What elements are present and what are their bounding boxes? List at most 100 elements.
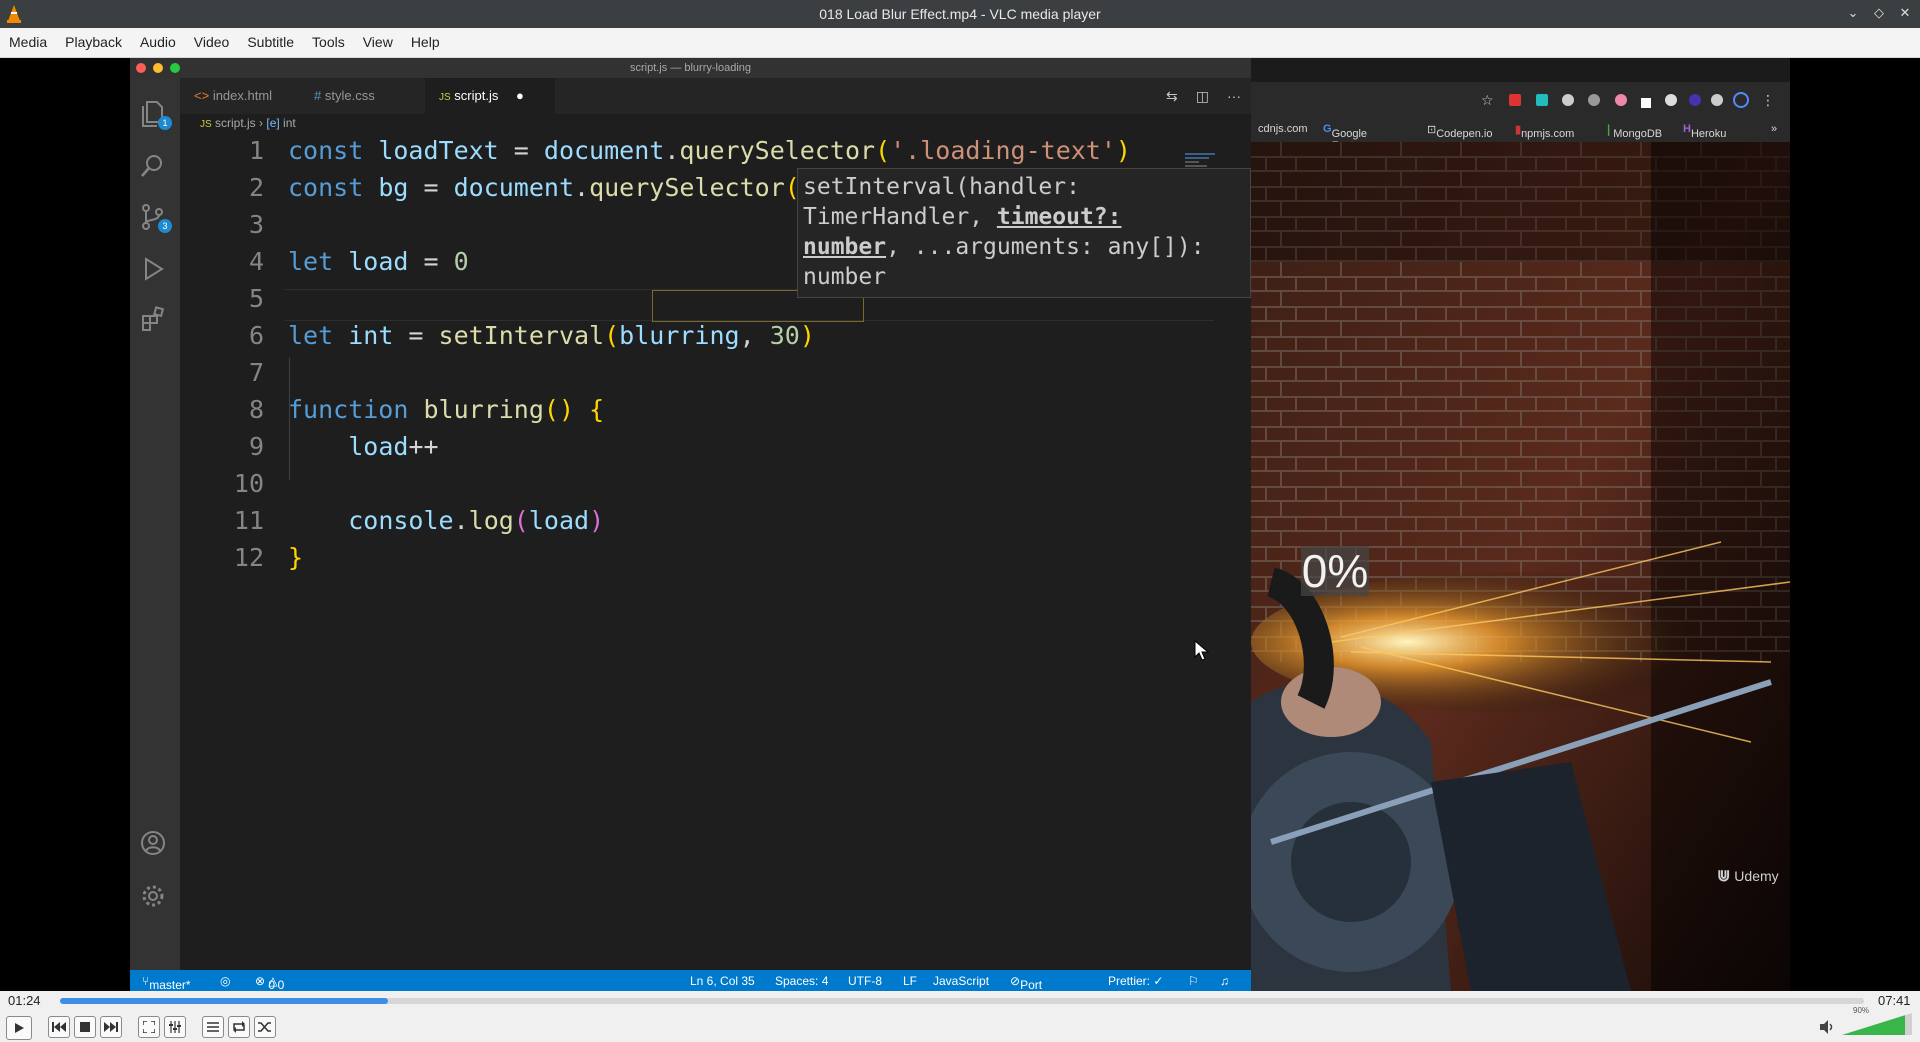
seek-bar[interactable]: [60, 998, 1864, 1004]
more-bookmarks-icon[interactable]: »: [1771, 123, 1777, 135]
js-file-icon: JS: [200, 119, 212, 130]
line-number: 9: [248, 432, 264, 461]
html-file-icon: <>: [194, 88, 210, 103]
fullscreen-button[interactable]: [138, 1016, 160, 1038]
tab-label: style.css: [324, 88, 375, 103]
window-titlebar: 018 Load Blur Effect.mp4 - VLC media pla…: [0, 0, 1920, 28]
extensions-icon: [140, 306, 170, 336]
bookmark-item[interactable]: ❘ MongoDB: [1604, 123, 1662, 140]
playlist-button[interactable]: [202, 1016, 224, 1038]
next-button[interactable]: [100, 1016, 122, 1038]
problems-indicator: ⊗ 0 △ 0: [255, 974, 285, 991]
total-time: 07:41: [1878, 993, 1911, 1008]
mac-minimize-dot: [153, 63, 163, 73]
bookmark-item[interactable]: cdnjs.com: [1258, 123, 1308, 135]
browser-toolbar: ☆ ⋮: [1251, 82, 1790, 118]
menu-media[interactable]: Media: [0, 28, 56, 57]
code-line-11: console.log(load): [348, 506, 605, 535]
extended-settings-button[interactable]: [164, 1016, 186, 1038]
accounts-icon: [140, 830, 170, 860]
menu-playback[interactable]: Playback: [56, 28, 131, 57]
menu-view[interactable]: View: [354, 28, 402, 57]
sync-icon: ◎: [220, 974, 231, 988]
explorer-icon: 1: [140, 100, 172, 130]
branch-indicator: ⑂ master*: [142, 974, 191, 991]
bookmarks-bar: cdnjs.com G Google Fonts ⊡ Codepen.io ▮ …: [1251, 118, 1790, 152]
menu-video[interactable]: Video: [185, 28, 239, 57]
menu-bar: Media Playback Audio Video Subtitle Tool…: [0, 28, 1920, 58]
parameter-hint-tooltip: setInterval(handler: TimerHandler, timeo…: [797, 168, 1251, 298]
error-count: 0: [268, 978, 276, 991]
browser-extension-icons: ☆ ⋮: [1481, 92, 1771, 109]
bookmark-item[interactable]: ▮ npmjs.com: [1515, 123, 1574, 140]
tab-index-html: <> index.html: [180, 78, 286, 114]
watermark-text: Udemy: [1734, 868, 1779, 884]
previous-button[interactable]: [48, 1016, 70, 1038]
stop-button[interactable]: [74, 1016, 96, 1038]
code-line-12: }: [288, 543, 304, 572]
tooltip-active-param: timeout?:: [996, 204, 1122, 230]
compare-changes-icon: ⇆: [1166, 88, 1178, 104]
source-control-icon: 3: [140, 203, 172, 233]
shuffle-button[interactable]: [254, 1016, 276, 1038]
editor-status-bar: ⑂ master* ◎ ⊗ 0 △ 0 Ln 6, Col 35 Spaces:…: [130, 970, 1251, 991]
editor-tabs: <> index.html # style.css JS script.js ●…: [180, 78, 1251, 114]
css-file-icon: #: [314, 88, 322, 103]
code-line-1: const loadText = document.querySelector(…: [288, 136, 1131, 165]
window-title: 018 Load Blur Effect.mp4 - VLC media pla…: [819, 6, 1101, 22]
bookmark-label: MongoDB: [1613, 128, 1663, 140]
tooltip-active-param-type: number: [803, 234, 887, 260]
menu-help[interactable]: Help: [402, 28, 449, 57]
tab-label: index.html: [212, 88, 273, 103]
speaker-icon[interactable]: [1818, 1018, 1836, 1036]
breadcrumb: JS script.js › [e] int: [200, 116, 296, 130]
maximize-button[interactable]: ◇: [1870, 3, 1888, 23]
line-number: 12: [233, 543, 264, 572]
svg-text:☆: ☆: [1481, 93, 1494, 109]
warning-count: 0: [277, 978, 285, 991]
code-line-8: function blurring() {: [288, 395, 605, 424]
line-number: 2: [248, 173, 264, 202]
search-icon: [140, 153, 170, 183]
editor-window-title: script.js — blurry-loading: [629, 62, 752, 74]
run-debug-icon: [140, 256, 170, 286]
line-number: 4: [248, 247, 264, 276]
udemy-watermark: ⋓ Udemy: [1717, 868, 1779, 885]
tooltip-text: , ...arguments: any[]):: [886, 234, 1205, 260]
unsaved-dot-icon: ●: [515, 88, 524, 103]
browser-tabstrip: [1251, 58, 1790, 82]
activity-bar: 1 3: [130, 78, 180, 970]
menu-audio[interactable]: Audio: [131, 28, 185, 57]
mac-close-dot: [136, 63, 146, 73]
bookmark-item[interactable]: H Heroku: [1683, 123, 1726, 140]
line-number: 8: [248, 395, 264, 424]
bookmark-label: Heroku: [1690, 128, 1727, 140]
line-number: 7: [248, 358, 264, 387]
breadcrumb-file: script.js: [215, 116, 256, 130]
minimize-button[interactable]: ⌄: [1844, 3, 1862, 23]
branch-name: master*: [149, 978, 191, 991]
explorer-badge: 1: [158, 116, 172, 130]
menu-tools[interactable]: Tools: [303, 28, 354, 57]
code-line-4: let load = 0: [288, 247, 469, 276]
video-area[interactable]: script.js — blurry-loading 1 3 <> index.…: [0, 58, 1920, 991]
tooltip-line: number: [803, 264, 887, 290]
volume-slider[interactable]: [1842, 1013, 1912, 1035]
volume-percent: 90%: [1853, 1006, 1870, 1015]
bookmark-item[interactable]: G Google Fonts: [1323, 123, 1367, 152]
tab-label: script.js: [454, 88, 499, 103]
bookmark-item[interactable]: ⊡ Codepen.io: [1427, 123, 1493, 140]
menu-subtitle[interactable]: Subtitle: [238, 28, 303, 57]
live-server-port: ⊘ Port : 5500: [1010, 974, 1042, 991]
tooltip-text: TimerHandler,: [803, 204, 997, 230]
play-button[interactable]: [6, 1016, 32, 1040]
settings-gear-icon: [140, 883, 170, 913]
scm-badge: 3: [158, 219, 172, 233]
code-line-9: load++: [348, 432, 439, 461]
close-button[interactable]: ✕: [1896, 3, 1914, 23]
bookmark-label: npmjs.com: [1521, 128, 1575, 140]
seek-progress: [60, 998, 389, 1004]
breadcrumb-symbol: int: [283, 116, 296, 130]
loading-percent-text: 0%: [1301, 545, 1369, 597]
loop-button[interactable]: [228, 1016, 250, 1038]
